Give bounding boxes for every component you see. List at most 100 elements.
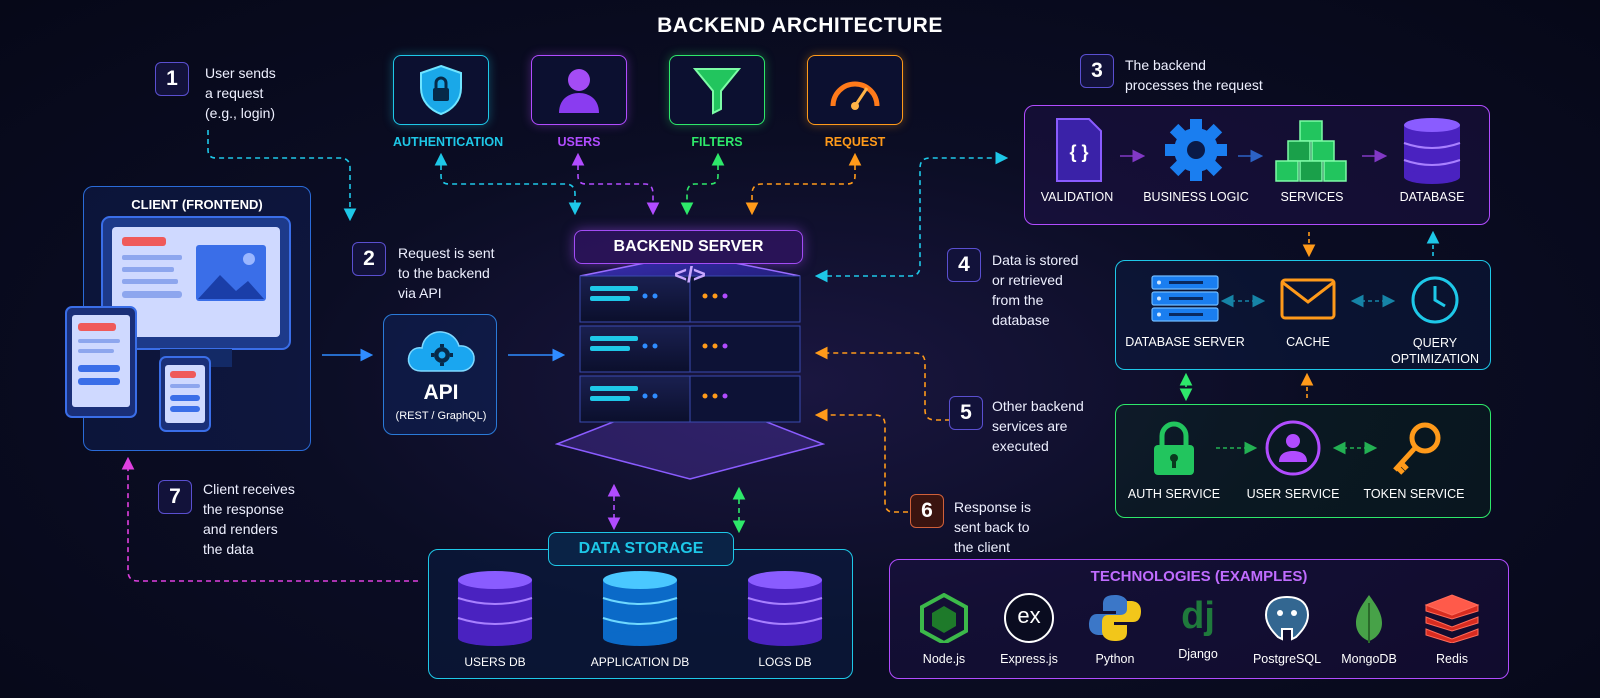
api-sublabel: (REST / GraphQL) xyxy=(395,410,487,422)
user-service-node: USER SERVICE xyxy=(1243,418,1343,501)
diagram-canvas: BACKEND ARCHITECTURE 1 User sends a reque… xyxy=(0,0,1600,698)
backend-server-label: BACKEND SERVER xyxy=(574,230,803,264)
application-db-label: APPLICATION DB xyxy=(590,655,690,669)
step-2-number: 2 xyxy=(352,242,386,276)
tech-nodejs-label: Node.js xyxy=(922,652,966,666)
users-db-label: USERS DB xyxy=(464,655,526,669)
database-label: DATABASE xyxy=(1399,190,1465,204)
authentication-label: AUTHENTICATION xyxy=(393,135,504,149)
users-label: USERS xyxy=(557,135,601,149)
client-label: CLIENT (FRONTEND) xyxy=(131,197,263,212)
python-icon xyxy=(1089,595,1141,641)
filters-node: FILTERS xyxy=(669,55,765,149)
key-icon xyxy=(1393,422,1441,475)
tech-express-label: Express.js xyxy=(1000,652,1058,666)
tech-python: Python xyxy=(1075,593,1155,666)
database-server-node: DATABASE SERVER xyxy=(1125,272,1245,349)
application-db: APPLICATION DB xyxy=(585,568,695,669)
step-1-text: User sends a request (e.g., login) xyxy=(205,65,276,121)
logs-db-label: LOGS DB xyxy=(758,655,812,669)
django-icon: dj xyxy=(1181,595,1215,637)
api-label: API xyxy=(423,381,459,404)
validation-node: { } VALIDATION xyxy=(1027,115,1127,204)
step-6-text: Response is sent back to the client xyxy=(954,499,1032,555)
svg-text:{ }: { } xyxy=(1069,142,1088,162)
tech-mongodb: MongoDB xyxy=(1326,593,1412,666)
padlock-icon xyxy=(1154,421,1194,475)
step-2-text: Request is sent to the backend via API xyxy=(398,245,495,301)
cubes-icon xyxy=(1275,120,1347,182)
tech-express: ex Express.js xyxy=(986,593,1072,666)
shield-lock-icon xyxy=(393,55,489,125)
client-devices-illustration xyxy=(65,216,291,432)
logs-db: LOGS DB xyxy=(740,568,830,669)
redis-icon xyxy=(1424,594,1480,644)
server-stack-illustration xyxy=(555,264,825,480)
code-file-icon: { } xyxy=(1056,118,1102,182)
postgresql-icon xyxy=(1264,595,1310,641)
user-circle-icon xyxy=(1265,420,1321,476)
express-glyph: ex xyxy=(1017,603,1041,628)
tech-redis-label: Redis xyxy=(1436,652,1468,666)
user-service-label: USER SERVICE xyxy=(1246,487,1340,501)
tech-nodejs: Node.js xyxy=(904,592,984,666)
filters-label: FILTERS xyxy=(691,135,743,149)
technologies-label: TECHNOLOGIES (EXAMPLES) xyxy=(1090,568,1308,585)
validation-label: VALIDATION xyxy=(1040,190,1114,204)
token-service-label: TOKEN SERVICE xyxy=(1363,487,1465,501)
gauge-icon xyxy=(807,55,903,125)
step-1-number: 1 xyxy=(155,62,189,96)
mongodb-icon xyxy=(1356,595,1382,643)
step-4-text: Data is stored or retrieved from the databa… xyxy=(992,252,1079,328)
gear-icon xyxy=(1165,119,1227,181)
tech-django-label: Django xyxy=(1178,647,1218,661)
data-storage-label: DATA STORAGE xyxy=(548,532,734,566)
tech-postgresql: PostgreSQL xyxy=(1244,593,1330,666)
database-icon xyxy=(747,571,823,646)
request-label: REQUEST xyxy=(824,135,886,149)
tech-redis: Redis xyxy=(1412,593,1492,666)
tech-mongodb-label: MongoDB xyxy=(1341,652,1397,666)
database-server-label: DATABASE SERVER xyxy=(1125,335,1245,349)
database-icon xyxy=(457,571,533,646)
step-5-text: Other backend services are executed xyxy=(992,398,1084,454)
cloud-gear-icon xyxy=(407,331,475,372)
tech-django: dj Django xyxy=(1158,593,1238,661)
query-optimization-node: QUERY OPTIMIZATION xyxy=(1380,272,1490,367)
step-6-number: 6 xyxy=(910,494,944,528)
auth-service-node: AUTH SERVICE xyxy=(1124,418,1224,501)
nodejs-icon xyxy=(920,592,968,646)
database-icon xyxy=(602,571,678,646)
authentication-node: AUTHENTICATION xyxy=(393,55,504,149)
api-node: API (REST / GraphQL) xyxy=(383,314,497,435)
step-3-text: The backend processes the request xyxy=(1125,57,1263,93)
query-optimization-label: QUERY OPTIMIZATION xyxy=(1391,336,1479,366)
envelope-icon xyxy=(1280,278,1336,320)
diagram-title: BACKEND ARCHITECTURE xyxy=(657,14,943,37)
services-node: SERVICES xyxy=(1262,115,1362,204)
cache-node: CACHE xyxy=(1265,272,1351,349)
step-4-number: 4 xyxy=(947,248,981,282)
tech-python-label: Python xyxy=(1095,652,1135,666)
services-label: SERVICES xyxy=(1280,190,1344,204)
step-3-number: 3 xyxy=(1080,54,1114,88)
server-rack-icon xyxy=(1151,275,1219,322)
clock-icon xyxy=(1411,276,1459,324)
business-logic-node: BUSINESS LOGIC xyxy=(1136,115,1256,204)
users-db: USERS DB xyxy=(450,568,540,669)
users-node: USERS xyxy=(531,55,627,149)
user-icon xyxy=(531,55,627,125)
database-icon xyxy=(1403,118,1461,184)
auth-service-label: AUTH SERVICE xyxy=(1127,487,1221,501)
token-service-node: TOKEN SERVICE xyxy=(1359,418,1469,501)
step-7-text: Client receives the response and renders th… xyxy=(203,481,295,557)
step-5-number: 5 xyxy=(949,396,983,430)
business-logic-label: BUSINESS LOGIC xyxy=(1143,190,1249,204)
tech-postgresql-label: PostgreSQL xyxy=(1252,652,1322,666)
step-7-number: 7 xyxy=(158,480,192,514)
code-icon: </> xyxy=(674,262,706,287)
cache-label: CACHE xyxy=(1286,335,1330,349)
database-node: DATABASE xyxy=(1382,115,1482,204)
funnel-icon xyxy=(669,55,765,125)
request-node: REQUEST xyxy=(807,55,903,149)
